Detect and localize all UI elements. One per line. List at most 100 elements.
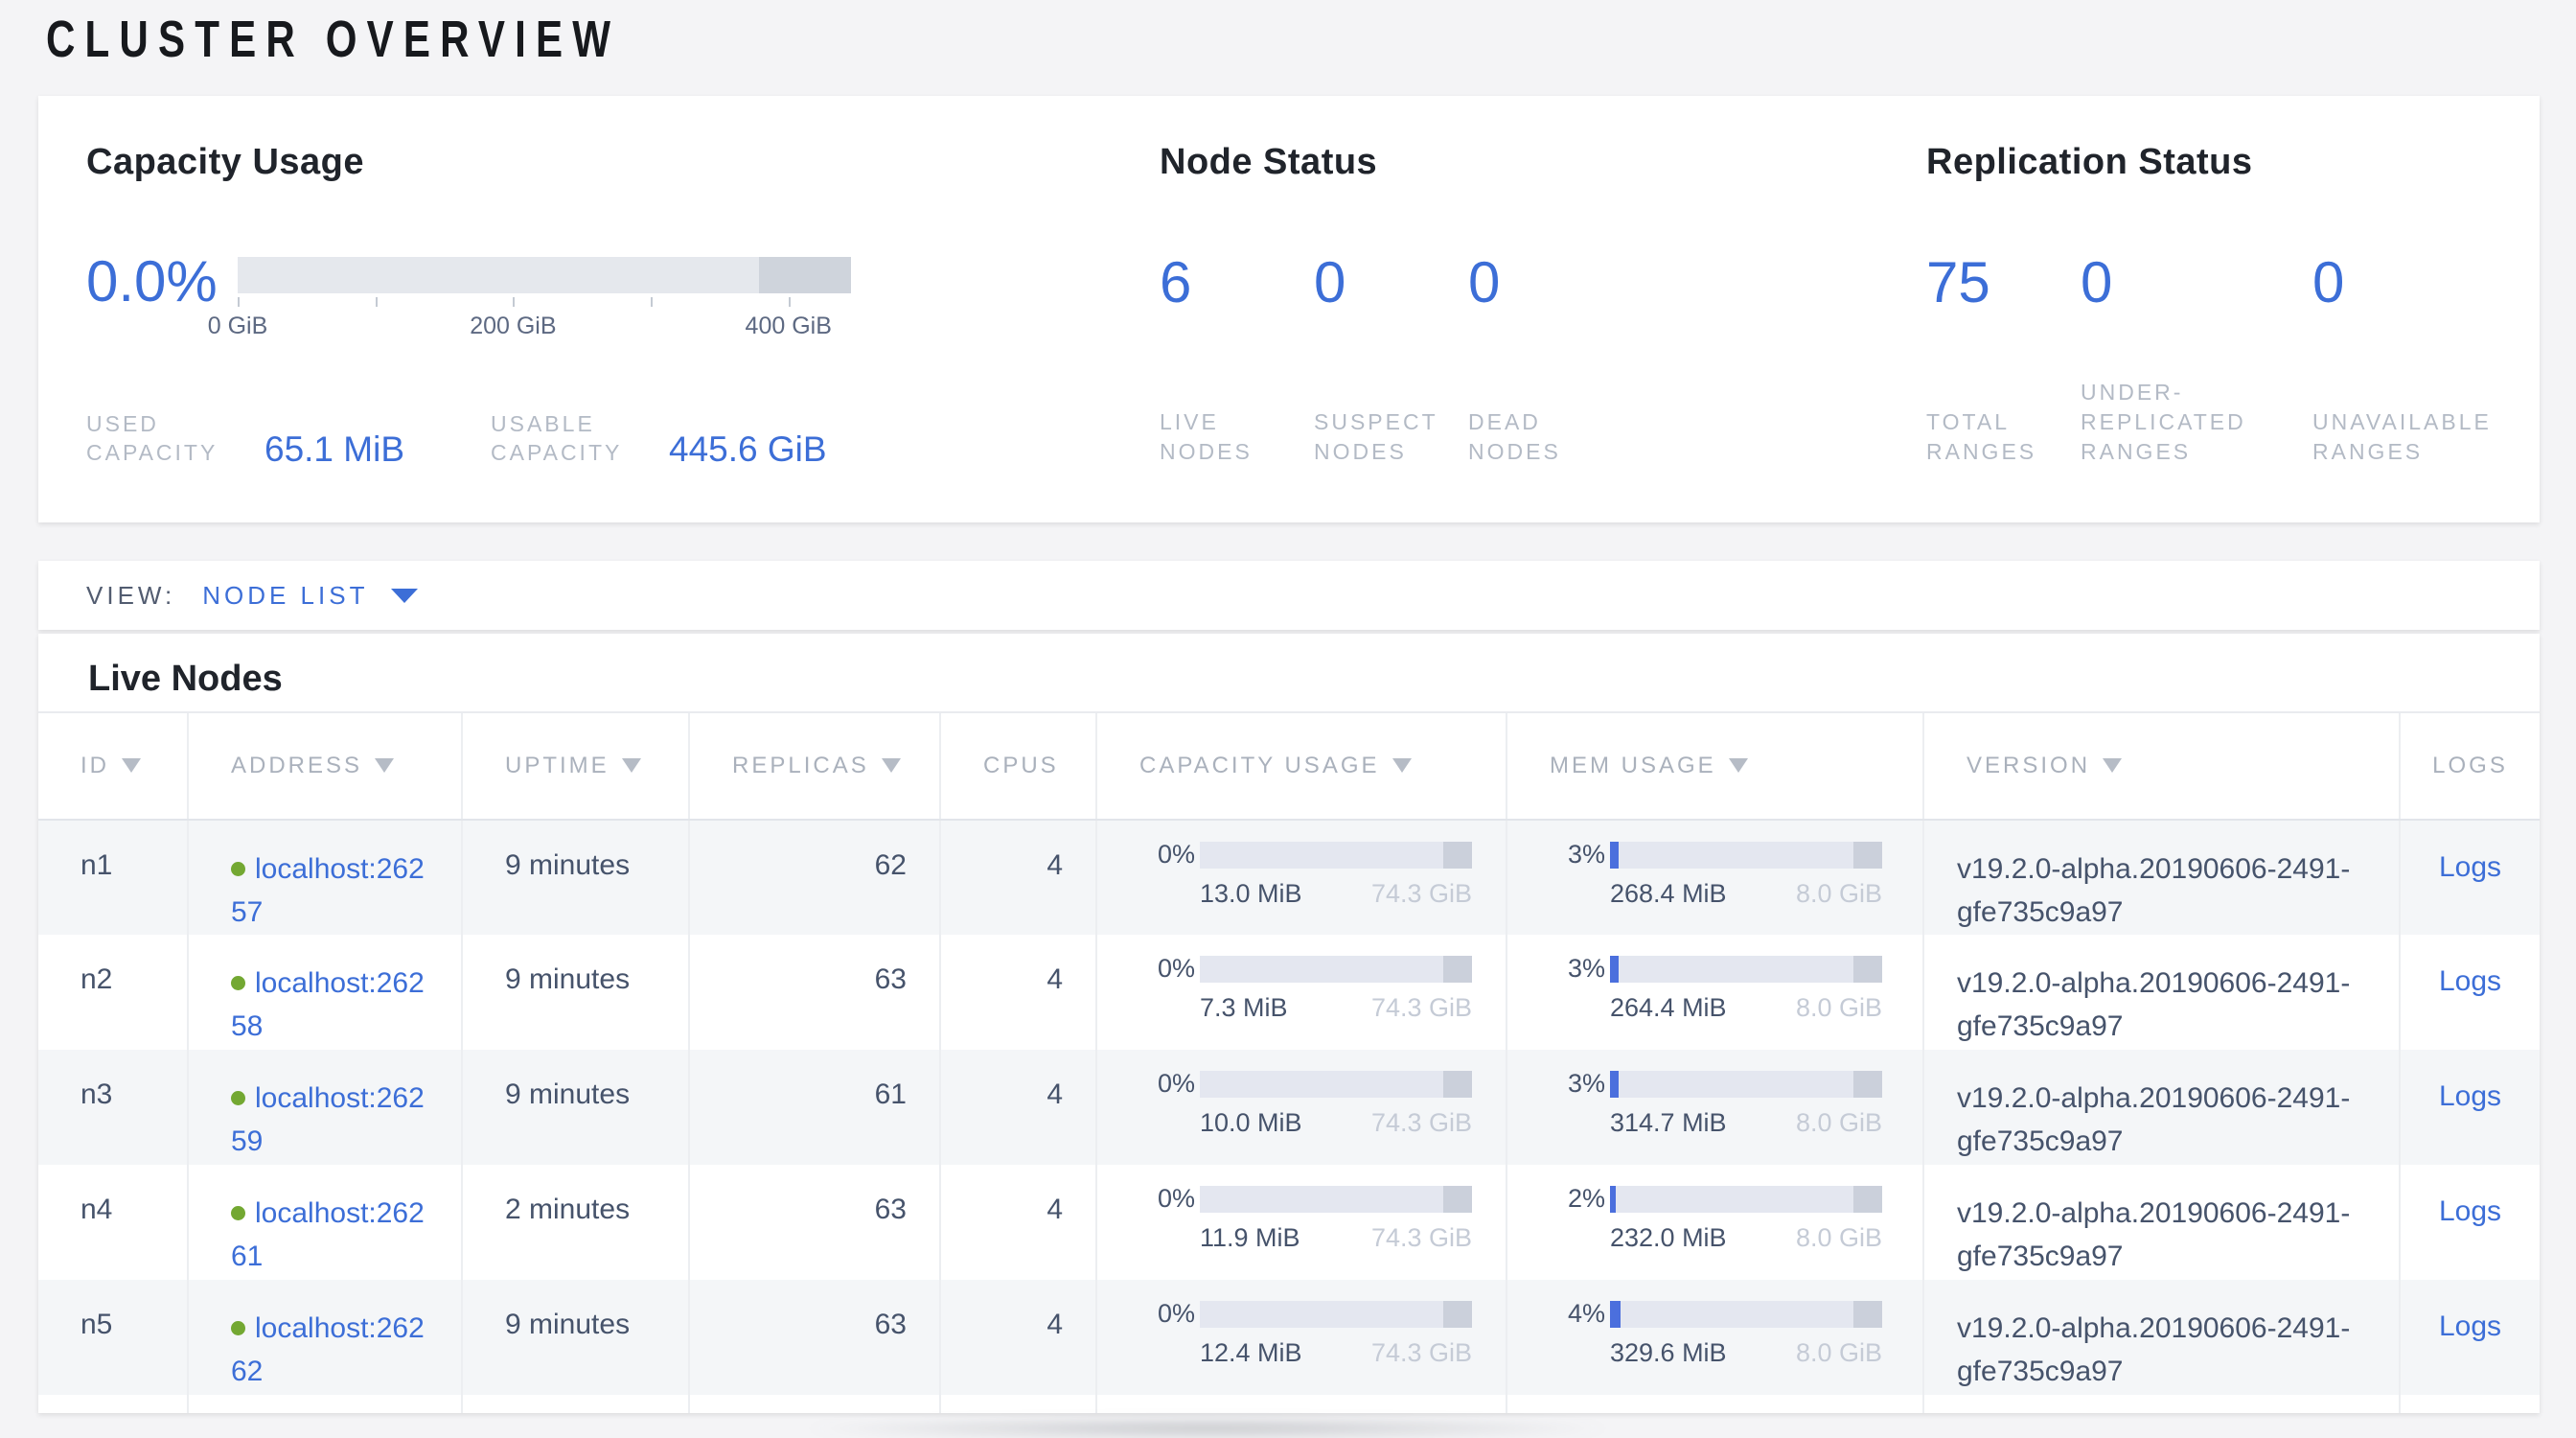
- column-header-logs: LOGS: [2400, 712, 2540, 820]
- column-header-mem-usage[interactable]: MEM USAGE: [1506, 712, 1923, 820]
- usage-used-value: 329.6 MiB: [1610, 1338, 1727, 1368]
- view-selected-value: NODE LIST: [202, 581, 368, 611]
- usage-bar: [1200, 842, 1472, 869]
- capacity-axis-labels: 0 GiB 200 GiB 400 GiB: [238, 313, 851, 341]
- cell-node-id: n1: [38, 820, 188, 935]
- bottom-shadow: [805, 1419, 1610, 1438]
- view-selector[interactable]: NODE LIST: [202, 581, 418, 611]
- usage-bar-tail: [1853, 1071, 1882, 1098]
- usage-bar-fill: [1610, 842, 1619, 869]
- cell-uptime: 9 minutes: [462, 1050, 689, 1165]
- cell-uptime: 2 minutes: [462, 1165, 689, 1280]
- usage-percent: 3%: [1542, 1069, 1605, 1099]
- usage-bar: [1610, 956, 1882, 983]
- sort-caret-icon: [622, 758, 641, 773]
- usage-percent: 4%: [1542, 1299, 1605, 1329]
- usable-capacity-stat: USABLE CAPACITY 445.6 GiB: [491, 409, 827, 467]
- column-header-replicas[interactable]: REPLICAS: [689, 712, 940, 820]
- usage-bar: [1610, 842, 1882, 869]
- column-header-id[interactable]: ID: [38, 712, 188, 820]
- usage-bar: [1200, 1186, 1472, 1213]
- column-header-version[interactable]: VERSION: [1923, 712, 2400, 820]
- address-link[interactable]: localhost:26262: [231, 1312, 425, 1387]
- capacity-percent: 0.0%: [86, 253, 238, 311]
- cell-version: v19.2.0-alpha.20190606-2491-gfe735c9a97: [1923, 1165, 2400, 1280]
- column-header-uptime[interactable]: UPTIME: [462, 712, 689, 820]
- usage-used-value: 314.7 MiB: [1610, 1108, 1727, 1138]
- usage-used-value: 12.4 MiB: [1200, 1338, 1302, 1368]
- axis-label: 400 GiB: [746, 313, 832, 340]
- cell-address: localhost:26262: [188, 1280, 462, 1395]
- usage-meter: 0%10.0 MiB74.3 GiB: [1132, 1069, 1506, 1138]
- cell-address: localhost:26257: [188, 820, 462, 935]
- usage-total-value: 74.3 GiB: [1371, 1338, 1472, 1368]
- usage-total-value: 74.3 GiB: [1371, 993, 1472, 1023]
- usage-total-value: 8.0 GiB: [1796, 1223, 1882, 1253]
- usage-bar-tail: [1443, 1301, 1472, 1328]
- status-value: 75: [1926, 253, 2081, 313]
- capacity-bar: [238, 257, 851, 293]
- partial-cell: [1506, 1395, 1923, 1413]
- logs-link[interactable]: Logs: [2439, 965, 2501, 997]
- status-item: 0UNDER-REPLICATED RANGES: [2081, 257, 2312, 467]
- sort-caret-icon: [122, 758, 141, 773]
- cell-uptime: 9 minutes: [462, 820, 689, 935]
- logs-link[interactable]: Logs: [2439, 851, 2501, 883]
- address-link[interactable]: localhost:26257: [231, 853, 425, 928]
- status-value: 6: [1160, 253, 1314, 313]
- address-link[interactable]: localhost:26258: [231, 967, 425, 1042]
- status-value: 0: [2081, 253, 2312, 313]
- axis-tick: [651, 297, 653, 307]
- logs-link[interactable]: Logs: [2439, 1195, 2501, 1227]
- column-label: VERSION: [1966, 753, 2090, 778]
- address-link[interactable]: localhost:26261: [231, 1197, 425, 1272]
- view-label: VIEW:: [86, 581, 175, 611]
- column-label: CAPACITY USAGE: [1139, 753, 1380, 778]
- usage-percent: 0%: [1132, 840, 1195, 870]
- usable-capacity-value: 445.6 GiB: [669, 432, 827, 467]
- axis-tick: [513, 297, 515, 307]
- address-link[interactable]: localhost:26259: [231, 1082, 425, 1157]
- logs-link[interactable]: Logs: [2439, 1310, 2501, 1342]
- status-label: UNDER-REPLICATED RANGES: [2081, 378, 2312, 467]
- status-label: LIVE NODES: [1160, 407, 1314, 467]
- cell-node-id: n2: [38, 935, 188, 1050]
- sort-caret-icon: [2103, 758, 2122, 773]
- usage-meter: 0%13.0 MiB74.3 GiB: [1132, 840, 1506, 909]
- live-nodes-title: Live Nodes: [38, 634, 2540, 701]
- node-status-section: Node Status 6LIVE NODES0SUSPECT NODES0DE…: [1160, 140, 1926, 467]
- usage-meter: 0%7.3 MiB74.3 GiB: [1132, 954, 1506, 1023]
- cell-logs: Logs: [2400, 935, 2540, 1050]
- cell-logs: Logs: [2400, 820, 2540, 935]
- column-header-address[interactable]: ADDRESS: [188, 712, 462, 820]
- usage-bar-tail: [1853, 1186, 1882, 1213]
- column-label: CPUS: [983, 753, 1059, 778]
- node-row: n1localhost:262579 minutes6240%13.0 MiB7…: [38, 820, 2540, 935]
- usage-percent: 0%: [1132, 1184, 1195, 1214]
- status-label: UNAVAILABLE RANGES: [2312, 407, 2540, 467]
- page-title: CLUSTER OVERVIEW: [46, 8, 620, 71]
- axis-label: 0 GiB: [208, 313, 268, 340]
- live-status-dot-icon: [231, 862, 245, 876]
- cell-mem-usage: 4%329.6 MiB8.0 GiB: [1506, 1280, 1923, 1395]
- usage-meter: 0%11.9 MiB74.3 GiB: [1132, 1184, 1506, 1253]
- cell-address: localhost:26261: [188, 1165, 462, 1280]
- node-status-title: Node Status: [1160, 140, 1926, 184]
- cell-cpus: 4: [940, 1165, 1096, 1280]
- axis-tick: [238, 297, 240, 307]
- partial-cell: [1923, 1395, 2400, 1413]
- capacity-stats: USED CAPACITY 65.1 MiB USABLE CAPACITY 4…: [86, 409, 1160, 467]
- cell-cpus: 4: [940, 935, 1096, 1050]
- usage-used-value: 268.4 MiB: [1610, 879, 1727, 909]
- usage-meter: 4%329.6 MiB8.0 GiB: [1542, 1299, 1922, 1368]
- column-label: MEM USAGE: [1550, 753, 1716, 778]
- view-bar: VIEW: NODE LIST: [38, 561, 2540, 630]
- capacity-bar-tail: [759, 257, 851, 293]
- column-header-capacity-usage[interactable]: CAPACITY USAGE: [1096, 712, 1506, 820]
- column-label: LOGS: [2432, 753, 2508, 778]
- usage-used-value: 232.0 MiB: [1610, 1223, 1727, 1253]
- usage-meter: 2%232.0 MiB8.0 GiB: [1542, 1184, 1922, 1253]
- status-value: 0: [2312, 253, 2540, 313]
- axis-tick: [376, 297, 378, 307]
- logs-link[interactable]: Logs: [2439, 1080, 2501, 1112]
